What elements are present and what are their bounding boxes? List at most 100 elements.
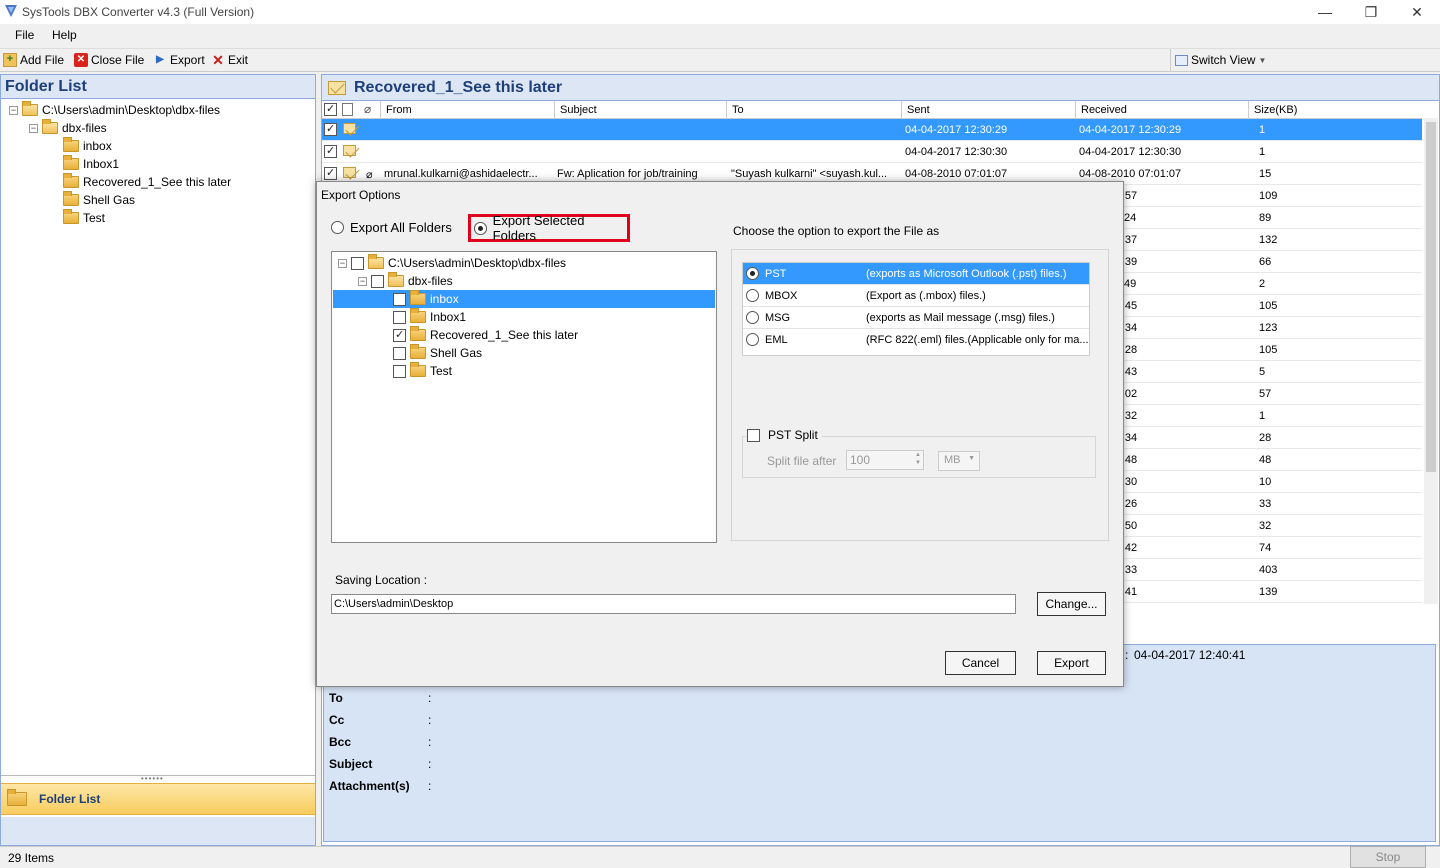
folder-checkbox[interactable] [393,310,406,324]
dropdown-arrow-icon: ▼ [968,455,975,462]
export-all-folders-option[interactable]: Export All Folders [331,220,452,235]
export-all-radio[interactable] [331,221,344,234]
column-received[interactable]: Received [1081,104,1127,116]
switch-view-label: Switch View [1191,53,1256,67]
close-window-icon[interactable]: ✕ [1394,0,1440,24]
dlg-tree-inbox1[interactable]: Inbox1 [393,308,466,326]
format-radio[interactable] [746,289,759,302]
exit-icon: ✕ [212,52,224,68]
select-all-checkbox[interactable] [324,102,337,116]
cell-subject: Fw: Aplication for job/training [557,168,698,180]
cell-size: 15 [1259,168,1272,180]
tree-dbx-files[interactable]: − dbx-files [29,119,107,137]
panel-splitter[interactable]: •••••• [1,774,315,783]
exit-button[interactable]: ✕ Exit [211,53,248,67]
table-row[interactable]: 04-04-2017 12:30:29 04-04-2017 12:30:29 1 [322,119,1422,141]
column-from[interactable]: From [386,104,412,116]
detail-subject-label: Subject [329,757,373,771]
cancel-button[interactable]: Cancel [945,651,1016,675]
minimize-icon[interactable]: — [1302,0,1348,24]
folder-checkbox[interactable] [393,364,406,378]
folder-checkbox[interactable] [393,292,406,306]
export-button[interactable]: ▶ Export [153,53,205,67]
column-to[interactable]: To [732,104,744,116]
row-checkbox[interactable] [324,166,337,180]
dlg-tree-inbox[interactable]: inbox [333,290,715,308]
tree-recovered[interactable]: Recovered_1_See this later [63,173,231,191]
stepper-arrows-icon[interactable]: ▲ ▼ [915,451,921,467]
menu-help[interactable]: Help [52,28,77,42]
cell-size: 5 [1259,366,1266,378]
format-pst[interactable]: PST (exports as Microsoft Outlook (.pst)… [743,263,1089,285]
close-file-button[interactable]: ✕ Close File [74,53,144,67]
dlg-tree-shell-gas[interactable]: Shell Gas [393,344,482,362]
tree-test[interactable]: Test [63,209,105,227]
pst-split-checkbox[interactable] [747,428,760,442]
table-row[interactable]: 04-04-2017 12:30:30 04-04-2017 12:30:30 1 [322,141,1422,163]
format-name: PST [765,268,787,280]
cell-received: 04-04-2017 12:30:29 [1079,124,1182,136]
dialog-export-button[interactable]: Export [1037,651,1106,675]
add-file-button[interactable]: + Add File [3,53,64,67]
menu-bar: File Help [0,24,1440,46]
restore-icon[interactable]: ❐ [1348,0,1394,24]
folder-list-nav-button[interactable]: Folder List [1,783,315,815]
item-count: 29 Items [8,851,55,865]
tree-label: Test [83,211,106,225]
cell-sent: 04-08-2010 07:01:07 [905,168,1008,180]
stop-button[interactable]: Stop [1350,846,1426,868]
menu-file[interactable]: File [15,28,34,42]
saving-location-label: Saving Location : [335,573,428,587]
row-checkbox[interactable] [324,122,337,136]
format-radio[interactable] [746,311,759,324]
dlg-tree-test[interactable]: Test [393,362,452,380]
tree-shell-gas[interactable]: Shell Gas [63,191,135,209]
cell-to: "Suyash kulkarni" <suyash.kul... [731,168,888,180]
format-msg[interactable]: MSG (exports as Mail message (.msg) file… [743,307,1089,329]
pst-split-option[interactable]: PST Split [747,428,822,442]
folder-checkbox[interactable] [371,274,384,288]
column-subject[interactable]: Subject [560,104,597,116]
format-eml[interactable]: EML (RFC 822(.eml) files.(Applicable onl… [743,329,1089,351]
saving-location-input[interactable]: C:\Users\admin\Desktop [331,594,1016,614]
format-radio[interactable] [746,333,759,346]
folder-checkbox[interactable] [393,346,406,360]
collapse-icon[interactable]: − [29,123,38,133]
tree-inbox[interactable]: inbox [63,137,112,155]
split-unit-select[interactable]: MB ▼ [938,451,980,471]
cell-size: 132 [1259,234,1278,246]
switch-view-button[interactable]: Switch View ▼ [1175,53,1266,67]
export-selected-radio[interactable] [474,221,487,235]
cell-size: 105 [1259,300,1278,312]
column-sent[interactable]: Sent [907,104,930,116]
row-checkbox[interactable] [324,144,337,158]
folder-open-icon [42,119,58,134]
collapse-icon[interactable]: − [358,276,367,286]
vertical-scrollbar[interactable] [1424,118,1438,604]
export-label: Export [170,53,205,67]
add-file-label: Add File [20,53,65,67]
dlg-tree-root[interactable]: − C:\Users\admin\Desktop\dbx-files [338,254,566,272]
split-after-label: Split file after [767,454,837,468]
column-size[interactable]: Size(KB) [1254,104,1297,116]
folder-checkbox[interactable] [351,256,364,270]
scrollbar-thumb[interactable] [1426,122,1436,472]
format-mbox[interactable]: MBOX (Export as (.mbox) files.) [743,285,1089,307]
export-selected-folders-option[interactable]: Export Selected Folders [468,213,630,243]
cell-size: 1 [1259,124,1266,136]
dlg-tree-dbx-files[interactable]: − dbx-files [358,272,453,290]
change-location-button[interactable]: Change... [1037,592,1106,616]
cell-size: 1 [1259,146,1266,158]
tree-label: inbox [430,292,459,306]
collapse-icon[interactable]: − [338,258,347,268]
format-radio[interactable] [746,267,759,280]
split-size-stepper[interactable]: 100 ▲ ▼ [846,450,924,470]
tree-inbox1[interactable]: Inbox1 [63,155,119,173]
tree-label: C:\Users\admin\Desktop\dbx-files [388,256,567,270]
detail-bcc-label: Bcc [329,735,352,749]
collapse-icon[interactable]: − [9,105,18,115]
folder-checkbox-checked[interactable] [393,328,406,342]
tree-root[interactable]: − C:\Users\admin\Desktop\dbx-files [9,101,220,119]
dlg-tree-recovered[interactable]: Recovered_1_See this later [393,326,578,344]
cell-received: 04-04-2017 12:30:30 [1079,146,1182,158]
